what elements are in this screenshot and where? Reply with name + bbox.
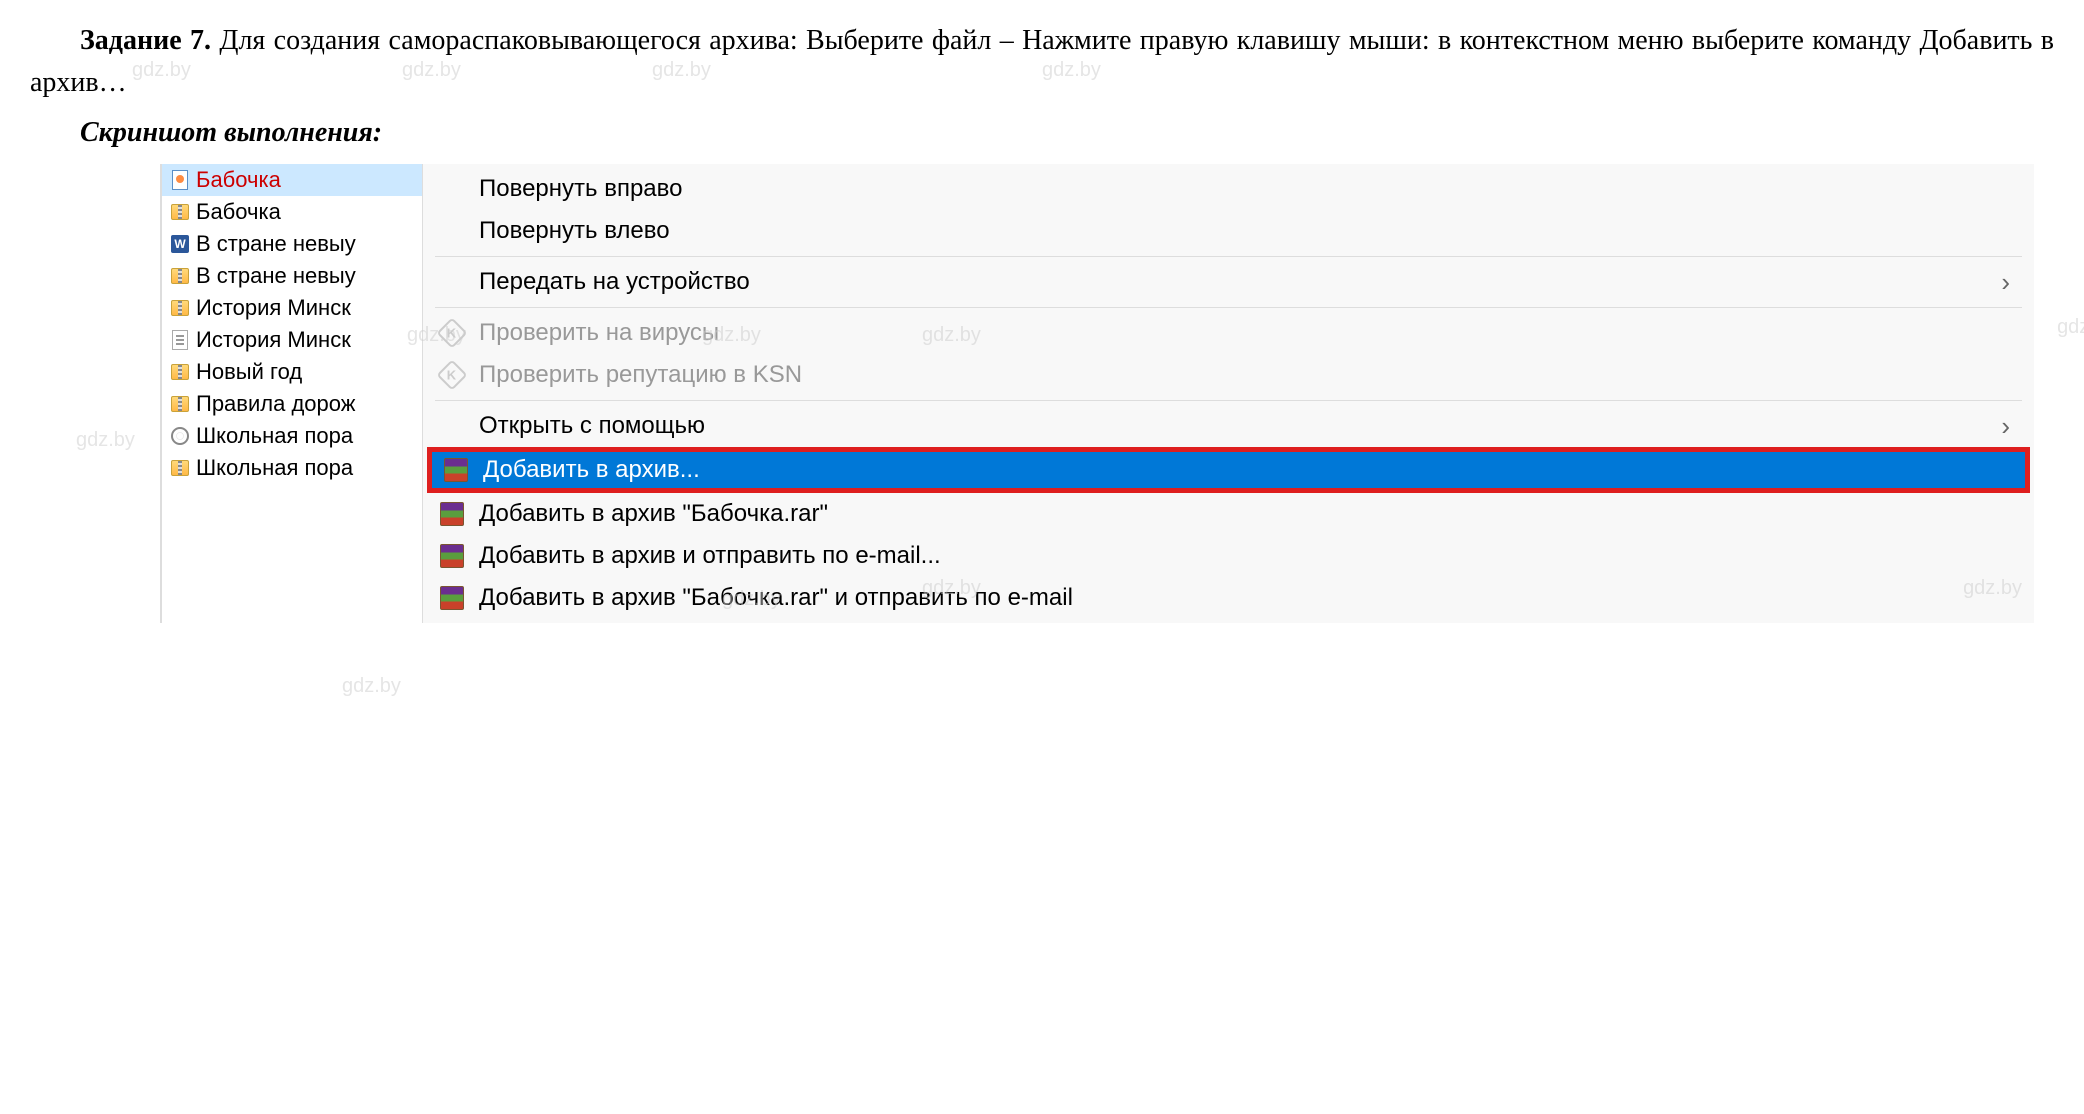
winrar-icon: [439, 585, 465, 611]
file-label: Бабочка: [196, 167, 281, 193]
file-label: Бабочка: [196, 199, 281, 225]
file-list: Бабочка Бабочка W В стране невыу В стран…: [162, 164, 422, 623]
task-text: Для создания самораспаковывающегося архи…: [30, 25, 2054, 98]
menu-cast-device[interactable]: Передать на устройство: [423, 261, 2034, 303]
file-item-babochka-zip[interactable]: Бабочка: [162, 196, 422, 228]
zip-folder-icon: [170, 362, 190, 382]
menu-add-archive-named[interactable]: Добавить в архив "Бабочка.rar": [423, 493, 2034, 535]
zip-folder-icon: [170, 394, 190, 414]
menu-add-named-email[interactable]: Добавить в архив "Бабочка.rar" и отправи…: [423, 577, 2034, 619]
file-label: Новый год: [196, 359, 302, 385]
menu-separator: [435, 256, 2022, 257]
file-label: Правила дорож: [196, 391, 355, 417]
disc-icon: [170, 426, 190, 446]
spacer-icon: [439, 413, 465, 439]
file-item-school-disc[interactable]: Школьная пора: [162, 420, 422, 452]
menu-open-with[interactable]: Открыть с помощью: [423, 405, 2034, 447]
menu-virus-check: K Проверить на вирусы: [423, 312, 2034, 354]
menu-label: Передать на устройство: [479, 268, 750, 296]
file-item-strane-zip[interactable]: В стране невыу: [162, 260, 422, 292]
menu-add-email[interactable]: Добавить в архив и отправить по e-mail..…: [423, 535, 2034, 577]
menu-rotate-right[interactable]: Повернуть вправо: [423, 168, 2034, 210]
menu-label: Проверить на вирусы: [479, 319, 719, 347]
menu-label: Добавить в архив "Бабочка.rar" и отправи…: [479, 584, 1073, 612]
screenshot: Бабочка Бабочка W В стране невыу В стран…: [160, 164, 2034, 623]
file-item-rules-zip[interactable]: Правила дорож: [162, 388, 422, 420]
zip-folder-icon: [170, 458, 190, 478]
file-item-babochka-doc[interactable]: Бабочка: [162, 164, 422, 196]
zip-folder-icon: [170, 266, 190, 286]
spacer-icon: [439, 269, 465, 295]
menu-ksn-check: K Проверить репутацию в KSN: [423, 354, 2034, 396]
file-item-newyear-zip[interactable]: Новый год: [162, 356, 422, 388]
task-paragraph: Задание 7. Для создания самораспаковываю…: [30, 20, 2054, 104]
watermark: gdz.by: [2057, 316, 2084, 339]
menu-label: Проверить репутацию в KSN: [479, 361, 802, 389]
menu-add-archive[interactable]: Добавить в архив...: [432, 452, 2025, 488]
subtitle: Скриншот выполнения:: [30, 112, 2054, 154]
kaspersky-icon: K: [439, 362, 465, 388]
winrar-icon: [439, 543, 465, 569]
file-item-strane-word[interactable]: W В стране невыу: [162, 228, 422, 260]
winrar-icon: [443, 457, 469, 483]
context-menu: Повернуть вправо Повернуть влево Передат…: [422, 164, 2034, 623]
file-item-history-text[interactable]: История Минск: [162, 324, 422, 356]
kaspersky-icon: K: [439, 320, 465, 346]
menu-rotate-left[interactable]: Повернуть влево: [423, 210, 2034, 252]
spacer-icon: [439, 218, 465, 244]
text-file-icon: [170, 330, 190, 350]
menu-label: Повернуть вправо: [479, 175, 682, 203]
file-label: Школьная пора: [196, 455, 353, 481]
menu-label: Добавить в архив "Бабочка.rar": [479, 500, 828, 528]
menu-label: Повернуть влево: [479, 217, 670, 245]
file-item-school-zip[interactable]: Школьная пора: [162, 452, 422, 484]
menu-label: Открыть с помощью: [479, 412, 705, 440]
menu-add-archive-highlight: Добавить в архив...: [427, 447, 2030, 493]
file-item-history-zip[interactable]: История Минск: [162, 292, 422, 324]
winrar-icon: [439, 501, 465, 527]
menu-label: Добавить в архив и отправить по e-mail..…: [479, 542, 941, 570]
zip-folder-icon: [170, 298, 190, 318]
file-label: Школьная пора: [196, 423, 353, 449]
document-icon: [170, 170, 190, 190]
file-label: В стране невыу: [196, 263, 356, 289]
watermark: gdz.by: [76, 429, 135, 452]
file-label: В стране невыу: [196, 231, 356, 257]
word-icon: W: [170, 234, 190, 254]
spacer-icon: [439, 176, 465, 202]
menu-separator: [435, 307, 2022, 308]
file-label: История Минск: [196, 295, 351, 321]
task-label: Задание 7.: [80, 25, 211, 56]
menu-label: Добавить в архив...: [483, 456, 700, 484]
watermark: gdz.by: [342, 675, 401, 698]
file-label: История Минск: [196, 327, 351, 353]
menu-separator: [435, 400, 2022, 401]
zip-folder-icon: [170, 202, 190, 222]
